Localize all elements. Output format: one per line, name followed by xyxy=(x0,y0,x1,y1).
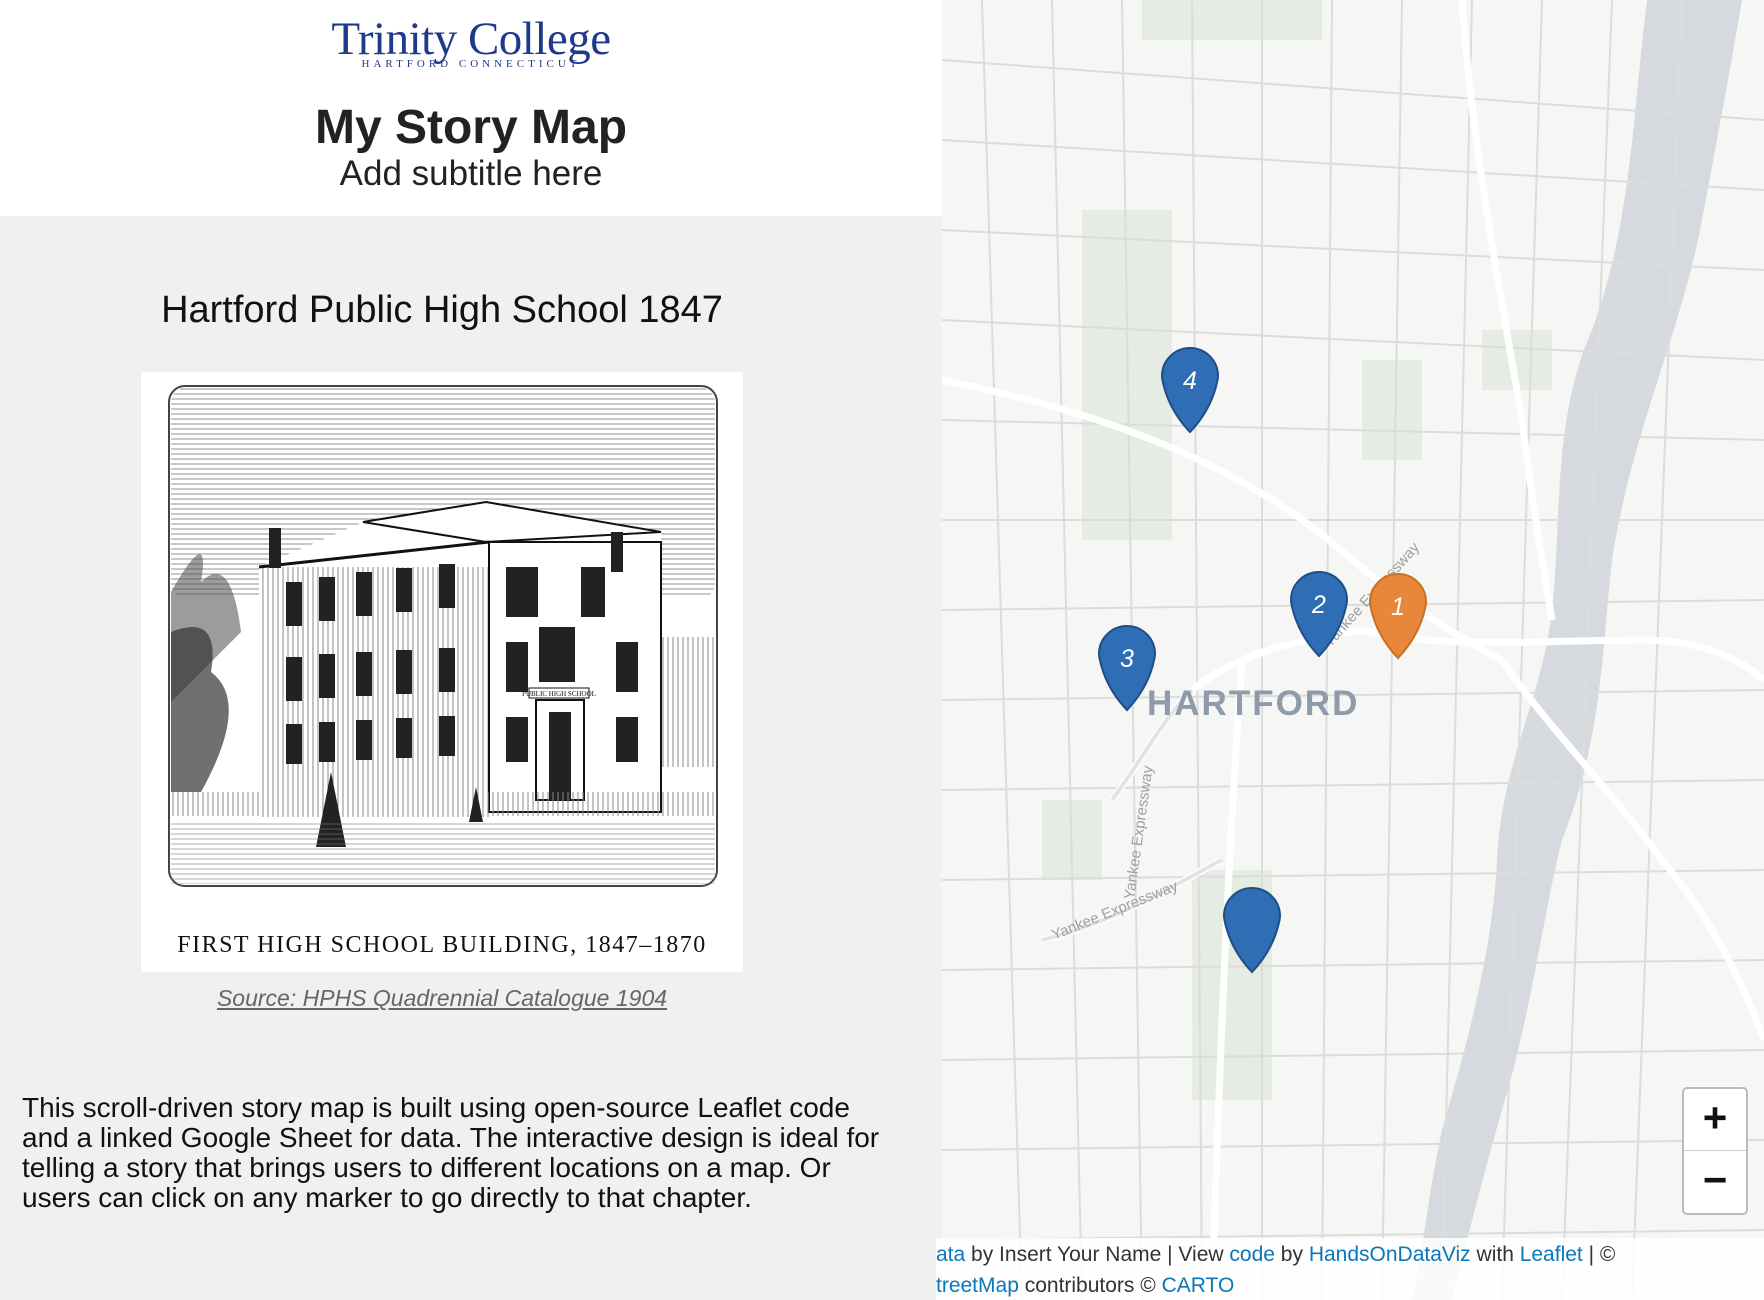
marker-3-label: 3 xyxy=(1120,645,1134,673)
building-sign-text: PUBLIC HIGH SCHOOL xyxy=(522,690,596,698)
marker-2-label: 2 xyxy=(1311,591,1326,619)
leaflet-link[interactable]: Leaflet xyxy=(1520,1243,1583,1266)
page-title: My Story Map xyxy=(314,101,628,154)
logo-subtext: HARTFORD CONNECTICUT xyxy=(361,58,581,70)
school-engraving: PUBLIC HIGH SCHOOL FIRST HIGH SCHOOL BUI… xyxy=(168,385,718,958)
map-tiles[interactable]: Yankee Expressway Yankee Expressway Yank… xyxy=(942,0,1764,1300)
story-panel: Trinity College HARTFORD CONNECTICUT My … xyxy=(0,0,942,1300)
data-link[interactable]: ata xyxy=(936,1243,965,1266)
image-caption-text: FIRST HIGH SCHOOL BUILDING, 1847–1870 xyxy=(177,932,707,958)
attribution-text: with xyxy=(1470,1243,1520,1266)
handsondataviz-link[interactable]: HandsOnDataViz xyxy=(1309,1243,1471,1266)
carto-link[interactable]: CARTO xyxy=(1162,1274,1235,1297)
attribution-line-1: ata by Insert Your Name | View code by H… xyxy=(936,1238,1615,1271)
map-attribution: ata by Insert Your Name | View code by H… xyxy=(936,1238,1764,1300)
image-source-link[interactable]: Source: HPHS Quadrennial Catalogue 1904 xyxy=(0,985,884,1012)
attribution-text: by Insert Your Name | View xyxy=(965,1243,1230,1266)
marker-1-label: 1 xyxy=(1391,593,1405,621)
header: Trinity College HARTFORD CONNECTICUT My … xyxy=(0,0,942,216)
chapter-image: PUBLIC HIGH SCHOOL FIRST HIGH SCHOOL BUI… xyxy=(141,372,743,972)
zoom-out-button[interactable]: − xyxy=(1684,1151,1746,1212)
map-view[interactable]: Yankee Expressway Yankee Expressway Yank… xyxy=(942,0,1764,1300)
chapter-description: This scroll-driven story map is built us… xyxy=(22,1092,880,1213)
page-subtitle: Add subtitle here xyxy=(339,154,603,193)
zoom-in-button[interactable]: + xyxy=(1684,1089,1746,1151)
logo-wordmark: Trinity College xyxy=(331,13,611,65)
chapter-title: Hartford Public High School 1847 xyxy=(161,289,723,331)
trinity-college-logo[interactable]: Trinity College HARTFORD CONNECTICUT xyxy=(0,14,942,70)
city-label: HARTFORD xyxy=(1147,684,1359,723)
code-link[interactable]: code xyxy=(1229,1243,1275,1266)
openstreetmap-link[interactable]: treetMap xyxy=(936,1274,1019,1297)
marker-4-label: 4 xyxy=(1183,367,1197,395)
zoom-control: + − xyxy=(1682,1087,1748,1215)
attribution-line-2: treetMap contributors © CARTO xyxy=(936,1269,1234,1300)
attribution-text: contributors © xyxy=(1018,1274,1162,1297)
attribution-text: | © xyxy=(1582,1243,1616,1266)
attribution-text: by xyxy=(1274,1243,1309,1266)
